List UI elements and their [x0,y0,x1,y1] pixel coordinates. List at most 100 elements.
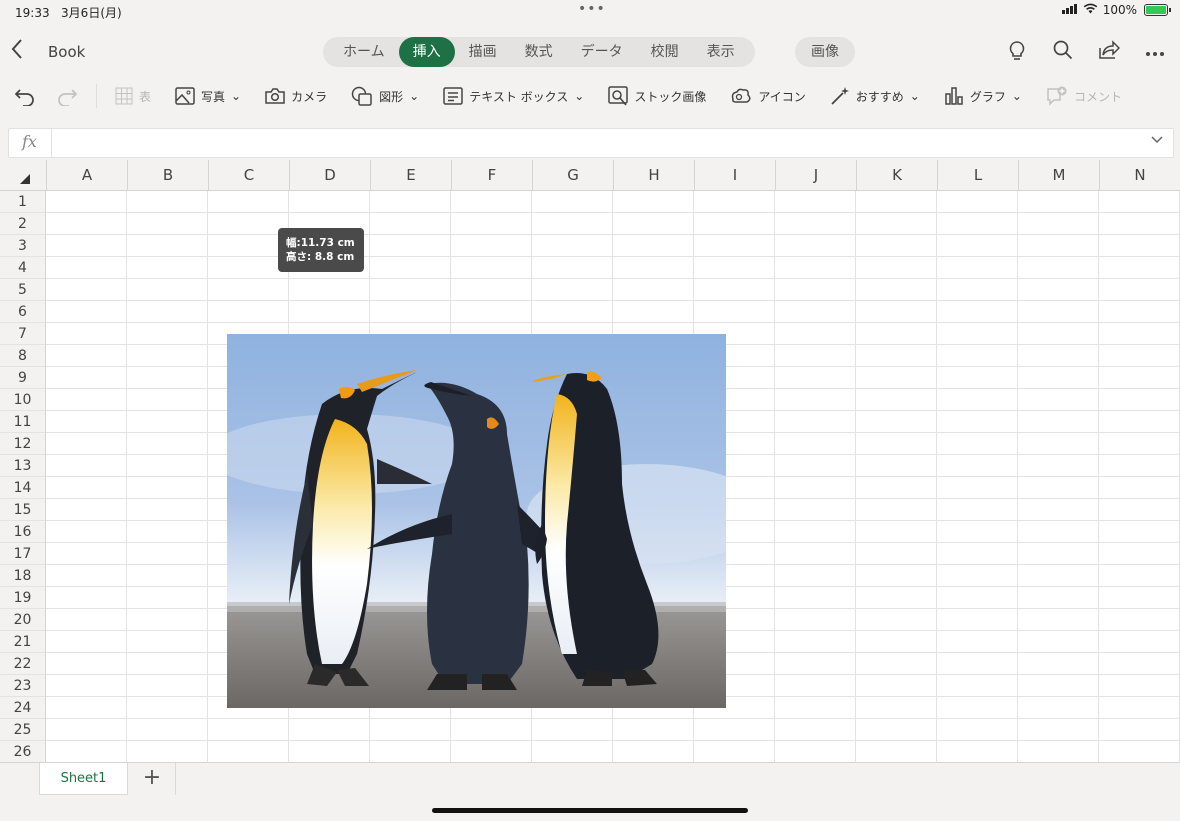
status-indicators: 100% [1061,3,1171,17]
redo-button[interactable] [56,86,78,106]
column-header[interactable]: L [938,160,1019,190]
tab-view[interactable]: 表示 [693,37,749,67]
image-size-tooltip: 幅:11.73 cm 高さ: 8.8 cm [278,228,364,272]
row-header[interactable]: 9 [0,367,46,389]
sheet-tab[interactable]: Sheet1 [39,763,128,795]
column-header[interactable]: C [209,160,290,190]
tab-data[interactable]: データ [567,37,637,67]
row-header[interactable]: 10 [0,389,46,411]
select-all-corner[interactable] [0,160,47,190]
row-header[interactable]: 13 [0,455,46,477]
row-header[interactable]: 15 [0,499,46,521]
comment-icon [1047,86,1067,106]
magic-wand-icon [831,87,849,105]
tab-home[interactable]: ホーム [329,37,399,67]
tooltip-height: 高さ: 8.8 cm [286,251,355,263]
row-header[interactable]: 24 [0,697,46,719]
share-icon[interactable] [1096,40,1122,64]
row-header[interactable]: 20 [0,609,46,631]
row-header[interactable]: 4 [0,257,46,279]
column-headers: A B C D E F G H I J K L M N [0,160,1180,191]
shapes-label: 図形 [379,89,404,104]
recommended-button[interactable]: おすすめ ⌄ [830,86,920,106]
column-header[interactable]: K [857,160,938,190]
expand-chevron-icon[interactable] [1151,133,1163,148]
row-header[interactable]: 7 [0,323,46,345]
row-header[interactable]: 6 [0,301,46,323]
column-header[interactable]: D [290,160,371,190]
row-header[interactable]: 18 [0,565,46,587]
row-header[interactable]: 12 [0,433,46,455]
textbox-icon [443,87,463,105]
more-icon[interactable] [1142,40,1168,64]
column-header[interactable]: J [776,160,857,190]
tab-insert[interactable]: 挿入 [398,37,455,67]
home-indicator[interactable] [432,808,748,813]
row-header[interactable]: 25 [0,719,46,741]
chart-button[interactable]: グラフ ⌄ [944,86,1022,106]
back-chevron-icon[interactable] [10,38,32,64]
chevron-down-icon: ⌄ [909,89,920,103]
undo-icon [14,89,34,106]
battery-icon [1144,4,1171,16]
row-header[interactable]: 5 [0,279,46,301]
chart-icon [945,87,963,105]
column-header[interactable]: H [614,160,695,190]
tab-review[interactable]: 校閲 [637,37,693,67]
shapes-button[interactable]: 図形 ⌄ [351,86,419,106]
tab-picture[interactable]: 画像 [795,37,855,67]
chevron-down-icon: ⌄ [1011,89,1022,103]
sheet-tab-divider [175,763,176,795]
tab-draw[interactable]: 描画 [455,37,511,67]
multitasking-dots-icon[interactable]: ••• [578,1,606,17]
photo-button[interactable]: 写真 ⌄ [175,87,241,105]
stock-images-button[interactable]: ストック画像 [608,86,706,106]
row-header[interactable]: 1 [0,191,46,213]
stock-image-icon [608,86,629,106]
signal-icon [1061,3,1078,17]
row-header[interactable]: 11 [0,411,46,433]
chevron-down-icon: ⌄ [231,89,242,103]
column-header[interactable]: A [47,160,128,190]
column-header[interactable]: N [1100,160,1180,190]
column-header[interactable]: E [371,160,452,190]
row-header[interactable]: 16 [0,521,46,543]
camera-button[interactable]: カメラ [265,87,327,105]
column-header[interactable]: F [452,160,533,190]
stock-images-label: ストック画像 [634,89,707,104]
tab-formulas[interactable]: 数式 [511,37,567,67]
row-header[interactable]: 17 [0,543,46,565]
photo-label: 写真 [201,89,226,104]
column-header[interactable]: I [695,160,776,190]
row-header[interactable]: 21 [0,631,46,653]
table-button[interactable]: 表 [115,87,151,105]
row-header[interactable]: 3 [0,235,46,257]
row-header[interactable]: 19 [0,587,46,609]
fx-icon: fx [22,132,37,151]
textbox-label: テキスト ボックス [469,89,569,104]
sheet-tab-bar: Sheet1 + [0,762,1180,821]
row-header[interactable]: 26 [0,741,46,762]
inserted-penguin-image[interactable] [227,334,726,708]
column-header[interactable]: B [128,160,209,190]
textbox-button[interactable]: テキスト ボックス ⌄ [443,87,584,105]
icons-button[interactable]: アイコン [730,87,806,105]
column-header[interactable]: M [1019,160,1100,190]
undo-button[interactable] [14,86,36,106]
column-header[interactable]: G [533,160,614,190]
shapes-icon [351,86,372,106]
lightbulb-icon[interactable] [1004,40,1030,64]
row-header[interactable]: 8 [0,345,46,367]
search-icon[interactable] [1050,40,1076,64]
document-title[interactable]: Book [48,43,85,61]
table-icon [115,87,133,105]
comment-button[interactable]: コメント [1046,86,1122,106]
row-header[interactable]: 14 [0,477,46,499]
table-label: 表 [139,89,152,104]
redo-icon [58,89,78,106]
row-header[interactable]: 23 [0,675,46,697]
add-sheet-button[interactable]: + [140,766,164,790]
row-header[interactable]: 22 [0,653,46,675]
formula-bar[interactable]: fx [8,128,1174,158]
row-header[interactable]: 2 [0,213,46,235]
